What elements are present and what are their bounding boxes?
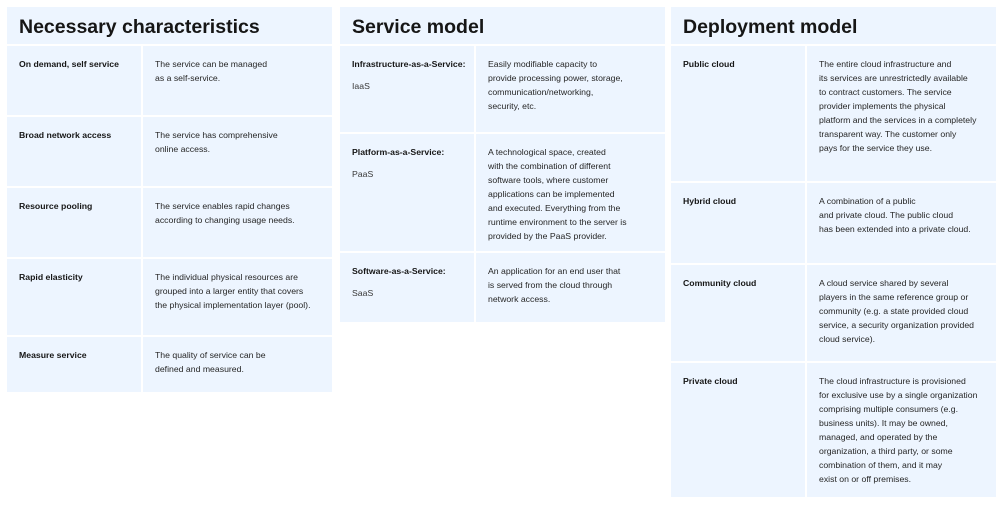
term-label: Resource pooling (19, 201, 93, 211)
description-text: The service has comprehensive online acc… (155, 130, 278, 154)
term-cell: Resource pooling (7, 188, 141, 257)
description-text: The quality of service can be defined an… (155, 350, 266, 374)
description-text: A cloud service shared by several player… (819, 278, 975, 344)
deployment-model-column: Deployment model Public cloud The entire… (671, 7, 996, 497)
table-row: Rapid elasticity The individual physical… (7, 259, 332, 335)
description-text: An application for an end user that is s… (488, 266, 621, 304)
table-row: Platform-as-a-Service: PaaS A technologi… (340, 134, 665, 251)
table-row: Hybrid cloud A combination of a public a… (671, 183, 996, 263)
description-text: The service enables rapid changes accord… (155, 201, 295, 225)
term-cell: Platform-as-a-Service: PaaS (340, 134, 474, 251)
description-cell: A cloud service shared by several player… (807, 265, 996, 361)
abbreviation-label: PaaS (352, 169, 374, 179)
table-row: On demand, self service The service can … (7, 46, 332, 115)
table-row: Broad network access The service has com… (7, 117, 332, 186)
term-cell: Broad network access (7, 117, 141, 186)
description-cell: A technological space, created with the … (476, 134, 665, 251)
abbreviation-label: SaaS (352, 288, 374, 298)
abbreviation-label: IaaS (352, 81, 370, 91)
term-label: Broad network access (19, 130, 112, 140)
description-cell: The service can be managed as a self-ser… (143, 46, 332, 115)
term-label: Community cloud (683, 278, 757, 288)
description-text: Easily modifiable capacity to provide pr… (488, 59, 623, 111)
description-text: The cloud infrastructure is provisioned … (819, 376, 978, 484)
service-model-title: Service model (340, 7, 665, 44)
term-cell: Hybrid cloud (671, 183, 805, 263)
term-cell: Public cloud (671, 46, 805, 181)
term-cell: Measure service (7, 337, 141, 392)
description-cell: The service has comprehensive online acc… (143, 117, 332, 186)
description-cell: The individual physical resources are gr… (143, 259, 332, 335)
deployment-model-title: Deployment model (671, 7, 996, 44)
description-cell: The quality of service can be defined an… (143, 337, 332, 392)
term-cell: On demand, self service (7, 46, 141, 115)
service-model-column: Service model Infrastructure-as-a-Servic… (340, 7, 665, 322)
description-cell: The cloud infrastructure is provisioned … (807, 363, 996, 497)
table-row: Measure service The quality of service c… (7, 337, 332, 392)
description-cell: The entire cloud infrastructure and its … (807, 46, 996, 181)
description-cell: The service enables rapid changes accord… (143, 188, 332, 257)
term-cell: Rapid elasticity (7, 259, 141, 335)
description-text: The entire cloud infrastructure and its … (819, 59, 977, 153)
term-label: Rapid elasticity (19, 272, 83, 282)
term-label: Platform-as-a-Service: (352, 147, 445, 157)
characteristics-title: Necessary characteristics (7, 7, 332, 44)
description-text: A combination of a public and private cl… (819, 196, 971, 234)
term-cell: Software-as-a-Service: SaaS (340, 253, 474, 322)
term-label: Hybrid cloud (683, 196, 737, 206)
term-label: Software-as-a-Service: (352, 266, 446, 276)
table-row: Software-as-a-Service: SaaS An applicati… (340, 253, 665, 322)
description-cell: Easily modifiable capacity to provide pr… (476, 46, 665, 132)
characteristics-column: Necessary characteristics On demand, sel… (7, 7, 332, 392)
table-row: Resource pooling The service enables rap… (7, 188, 332, 257)
term-label: Infrastructure-as-a-Service: (352, 59, 466, 69)
table-row: Public cloud The entire cloud infrastruc… (671, 46, 996, 181)
description-text: A technological space, created with the … (488, 147, 627, 241)
table-row: Private cloud The cloud infrastructure i… (671, 363, 996, 497)
term-label: Measure service (19, 350, 87, 360)
term-label: Public cloud (683, 59, 735, 69)
table-row: Community cloud A cloud service shared b… (671, 265, 996, 361)
description-text: The individual physical resources are gr… (155, 272, 311, 310)
term-cell: Infrastructure-as-a-Service: IaaS (340, 46, 474, 132)
term-label: Private cloud (683, 376, 738, 386)
description-cell: An application for an end user that is s… (476, 253, 665, 322)
term-cell: Community cloud (671, 265, 805, 361)
description-cell: A combination of a public and private cl… (807, 183, 996, 263)
term-cell: Private cloud (671, 363, 805, 497)
table-row: Infrastructure-as-a-Service: IaaS Easily… (340, 46, 665, 132)
term-label: On demand, self service (19, 59, 119, 69)
description-text: The service can be managed as a self-ser… (155, 59, 268, 83)
